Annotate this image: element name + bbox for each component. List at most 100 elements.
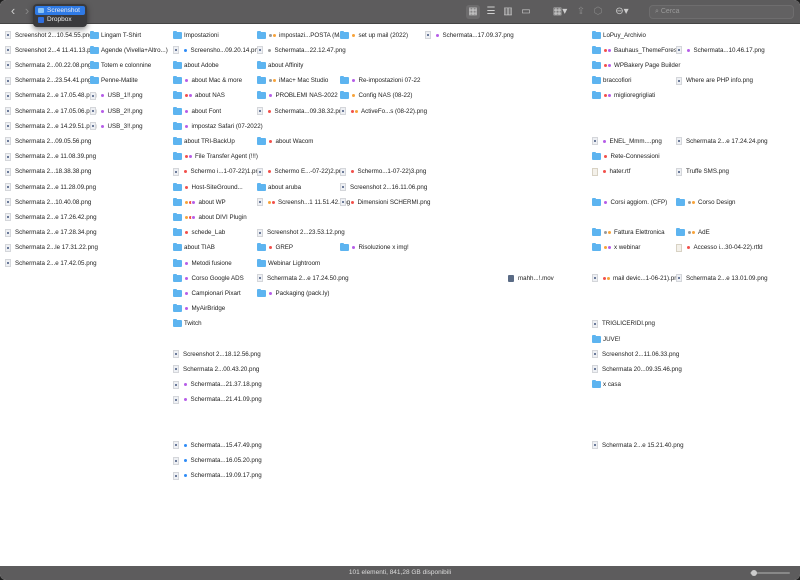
file-item[interactable]: Screenshot 2...11.06.33.png	[592, 348, 679, 360]
folder-item[interactable]: about NAS	[173, 90, 225, 102]
file-item[interactable]: Schermata...19.09.17.png	[173, 470, 262, 482]
folder-item[interactable]: Corso Design	[676, 196, 736, 208]
file-item[interactable]: Schermata 2...18.38.38.png	[5, 166, 91, 178]
path-menu-item-dropbox[interactable]: Dropbox	[35, 15, 85, 24]
folder-item[interactable]: Bauhaus_ThemeForest	[592, 44, 679, 56]
file-item[interactable]: ENEL_Mmm....png	[592, 135, 662, 147]
folder-item[interactable]: impostaz Safari (07-2022)	[173, 120, 263, 132]
file-item[interactable]: Schermata 2...10.40.08.png	[5, 196, 91, 208]
file-item[interactable]: Dimensioni SCHERMI.png	[340, 196, 430, 208]
folder-item[interactable]: Packaging (pack.ly)	[257, 287, 330, 299]
folder-item[interactable]: about TIAB	[173, 242, 215, 254]
file-item[interactable]: Screensho...09.20.14.png	[173, 44, 261, 56]
file-item[interactable]: USB_2!!.png	[90, 105, 143, 117]
folder-item[interactable]: Fattura Elettronica	[592, 227, 665, 239]
back-button[interactable]: ‹	[8, 4, 18, 17]
folder-item[interactable]: Metodi fusione	[173, 257, 232, 269]
view-icons-button[interactable]: ▦	[466, 5, 480, 19]
file-item[interactable]: Screensh...1 11.51.42.png	[257, 196, 350, 208]
file-item[interactable]: mahh...!.mov	[508, 272, 554, 284]
file-item[interactable]: Accesso i...30-04-22).rtfd	[676, 242, 763, 254]
forward-button[interactable]: ›	[22, 4, 32, 17]
file-item[interactable]: Screenshot 2...18.12.56.png	[173, 348, 261, 360]
icon-size-slider[interactable]	[750, 570, 790, 576]
folder-item[interactable]: Agende (Vivella+Altro...)	[90, 44, 168, 56]
folder-item[interactable]: schede_Lab	[173, 227, 225, 239]
folder-item[interactable]: File Transfer Agent (!!!)	[173, 151, 258, 163]
file-item[interactable]: Schermo...1-07-22)3.png	[340, 166, 426, 178]
file-item[interactable]: Schermata...09.38.32.png	[257, 105, 346, 117]
folder-item[interactable]: Corsi aggiorn. (CFP)	[592, 196, 667, 208]
file-item[interactable]: Schermata 2...00.43.20.png	[173, 363, 259, 375]
view-list-button[interactable]: ☰	[484, 5, 498, 19]
file-item[interactable]: Schermata 2...e 17.26.42.png	[5, 211, 97, 223]
view-gallery-button[interactable]: ▭	[519, 5, 533, 19]
file-item[interactable]: Schermata 2...e 17.24.24.png	[676, 135, 768, 147]
file-item[interactable]: Schermata 2...e 11.28.09.png	[5, 181, 96, 193]
file-item[interactable]: Schermata 2...09.05.56.png	[5, 135, 91, 147]
folder-item[interactable]: WPBakery Page Builder	[592, 59, 680, 71]
folder-item[interactable]: Twitch	[173, 318, 202, 330]
folder-item[interactable]: Host-SiteGround...	[173, 181, 243, 193]
folder-item[interactable]: AdE	[676, 227, 710, 239]
folder-item[interactable]: braccofiori	[592, 75, 632, 87]
file-item[interactable]: Schermata 2...23.54.41.png	[5, 75, 91, 87]
folder-item[interactable]: JUVE!	[592, 333, 621, 345]
file-item[interactable]: Schermata 2...e 17.24.50.png	[257, 272, 349, 284]
folder-item[interactable]: about Affinity	[257, 59, 303, 71]
folder-item[interactable]: about DIVI Plugin	[173, 211, 247, 223]
folder-item[interactable]: Impostazioni	[173, 29, 219, 41]
folder-item[interactable]: Config NAS (08-22)	[340, 90, 413, 102]
search-input[interactable]: ⌕ Cerca	[649, 5, 794, 19]
folder-item[interactable]: PROBLEMI NAS-2022	[257, 90, 338, 102]
file-item[interactable]: Schermata 2...e 17.28.34.png	[5, 227, 97, 239]
file-item[interactable]: Truffe SMS.png	[676, 166, 729, 178]
folder-item[interactable]: about Adobe	[173, 59, 219, 71]
file-item[interactable]: Schermata 2...e 17.05.48.png	[5, 90, 97, 102]
folder-item[interactable]: Rete-Connessioni	[592, 151, 660, 163]
file-item[interactable]: Schermata...16.05.20.png	[173, 455, 262, 467]
folder-item[interactable]: LoPuy_Archivio	[592, 29, 646, 41]
file-item[interactable]: Schermata 2...e 11.08.39.png	[5, 151, 96, 163]
folder-item[interactable]: miglioregrigliati	[592, 90, 655, 102]
file-item[interactable]: Schermo i...1-07-22)1.png	[173, 166, 262, 178]
folder-item[interactable]: x webinar	[592, 242, 640, 254]
folder-item[interactable]: about Font	[173, 105, 221, 117]
file-item[interactable]: Screenshot 2...10.54.55.png	[5, 29, 93, 41]
file-item[interactable]: Schermo E...-07-22)2.png	[257, 166, 346, 178]
folder-item[interactable]: Webinar Lightroom	[257, 257, 320, 269]
file-item[interactable]: Schermata 2...e 17.05.06.png	[5, 105, 97, 117]
file-item[interactable]: Schermata 2...00.22.08.png	[5, 59, 91, 71]
file-item[interactable]: Screenshot 2...16.11.06.png	[340, 181, 427, 193]
file-item[interactable]: Schermata 20...09.35.46.png	[592, 363, 682, 375]
folder-item[interactable]: Penne-Matite	[90, 75, 138, 87]
file-item[interactable]: Screenshot 2...4 11.41.13.png	[5, 44, 97, 56]
folder-item[interactable]: MyAirBridge	[173, 303, 225, 315]
file-item[interactable]: Schermata 2...e 15.21.40.png	[592, 439, 684, 451]
file-item[interactable]: USB_3!!.png	[90, 120, 143, 132]
file-item[interactable]: Schermata...21.41.09.png	[173, 394, 262, 406]
group-button[interactable]: ▦▾	[550, 5, 570, 19]
folder-item[interactable]: about aruba	[257, 181, 301, 193]
file-item[interactable]: Schermata 2...e 13.01.09.png	[676, 272, 768, 284]
folder-item[interactable]: about TRI-BackUp	[173, 135, 235, 147]
folder-item[interactable]: about Wacom	[257, 135, 313, 147]
folder-item[interactable]: set up mail (2022)	[340, 29, 408, 41]
file-item[interactable]: hater.rtf	[592, 166, 630, 178]
action-button[interactable]: ⊖▾	[612, 5, 632, 19]
file-item[interactable]: TRIGLICERIDI.png	[592, 318, 655, 330]
file-item[interactable]: Schermata 2...e 14.29.51.png	[5, 120, 97, 132]
folder-item[interactable]: x casa	[592, 379, 621, 391]
path-menu-item-screenshot[interactable]: Screenshot	[35, 6, 85, 15]
file-item[interactable]: Schermata...10.46.17.png	[676, 44, 765, 56]
folder-item[interactable]: about Mac & more	[173, 75, 242, 87]
file-item[interactable]: ActiveFo...s (08-22).png	[340, 105, 427, 117]
folder-item[interactable]: GREP	[257, 242, 293, 254]
folder-item[interactable]: about WP	[173, 196, 226, 208]
folder-item[interactable]: Re-impostazioni 07-22	[340, 75, 420, 87]
file-item[interactable]: Schermata...15.47.49.png	[173, 439, 262, 451]
file-item[interactable]: Screenshot 2...23.53.12.png	[257, 227, 345, 239]
file-item[interactable]: Schermata...22.12.47.png	[257, 44, 346, 56]
folder-item[interactable]: Campionari Pixart	[173, 287, 241, 299]
file-item[interactable]: Schermata...21.37.18.png	[173, 379, 262, 391]
